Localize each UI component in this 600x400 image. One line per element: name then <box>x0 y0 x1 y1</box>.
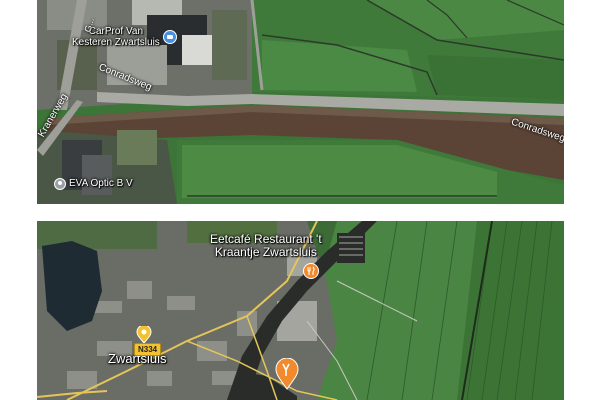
eva-optic-label[interactable]: EVA Optic B V <box>69 178 133 190</box>
bottom-map[interactable]: Eetcafé Restaurant 't Kraantje Zwartslui… <box>37 221 564 400</box>
road-shield-n334: N334 <box>134 343 162 356</box>
eva-optic-pin-icon[interactable] <box>54 178 66 190</box>
top-map[interactable]: CarProf Van Kesteren Zwartsluis Conradsw… <box>37 0 564 204</box>
restaurant-label[interactable]: Eetcafé Restaurant 't Kraantje Zwartslui… <box>210 233 322 258</box>
restaurant-small-pin-icon[interactable] <box>303 263 319 279</box>
carprof-pin-icon[interactable] <box>163 30 177 44</box>
selected-restaurant-pin-icon[interactable] <box>275 358 299 390</box>
town-pin-icon[interactable] <box>136 326 152 344</box>
